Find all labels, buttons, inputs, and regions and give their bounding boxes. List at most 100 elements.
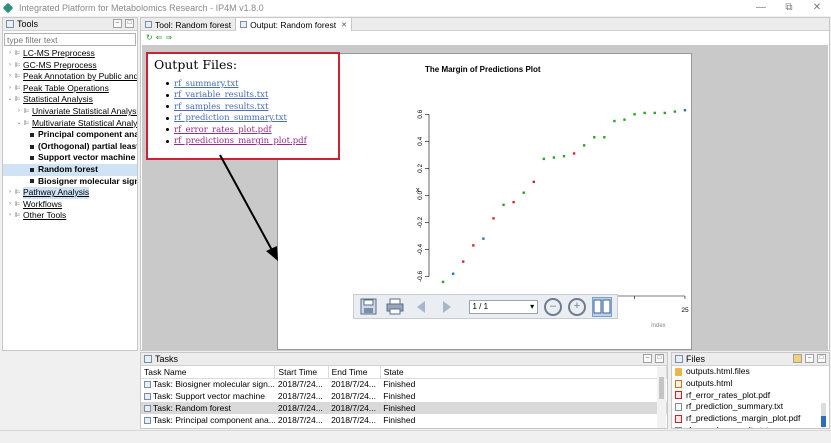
output-file-link[interactable]: rf_predictions_margin_plot.pdf <box>174 136 307 146</box>
output-file-link[interactable]: rf_prediction_summary.txt <box>174 113 287 123</box>
minimize-panel-icon[interactable]: – <box>643 354 652 363</box>
maximize-panel-icon[interactable]: □ <box>817 354 826 363</box>
tree-item[interactable]: Principal component analy <box>3 129 137 141</box>
expand-arrow-icon[interactable]: › <box>6 71 14 83</box>
previous-page-icon[interactable] <box>411 297 431 317</box>
expand-arrow-icon[interactable]: › <box>6 48 14 60</box>
output-file-link[interactable]: rf_summary.txt <box>174 79 239 89</box>
output-file-item: rf_summary.txt <box>166 78 332 90</box>
expand-arrow-icon[interactable]: › <box>6 199 14 211</box>
refresh-icon[interactable]: ↻ <box>146 33 153 42</box>
minimize-panel-icon[interactable]: – <box>113 19 122 28</box>
tree-item[interactable]: Random forest <box>3 163 137 176</box>
data-point <box>512 200 515 204</box>
close-button[interactable]: ✕ <box>803 1 831 15</box>
column-header-state[interactable]: State <box>380 366 667 379</box>
table-cell-name: Task: Support vector machine <box>141 390 275 402</box>
tree-item[interactable]: › ⊫ Other Tools <box>3 210 137 222</box>
tab-label: Output: Random forest <box>250 19 337 30</box>
tool-bullet-icon <box>30 179 34 184</box>
data-point <box>653 111 656 115</box>
file-item[interactable]: outputs.html.files <box>675 366 829 378</box>
file-item[interactable]: rf_samples_results.txt <box>675 425 829 428</box>
table-row[interactable]: Task: Principal component ana... 2018/7/2… <box>141 414 667 426</box>
tab-output-random-forest[interactable]: Output: Random forest ✕ <box>235 18 352 31</box>
minimize-panel-icon[interactable]: – <box>805 354 814 363</box>
zoom-out-icon[interactable]: – <box>544 297 563 316</box>
task-icon <box>144 405 151 412</box>
tree-folder-icon: ⊫ <box>23 119 30 127</box>
page-dropdown-icon[interactable]: ▾ <box>530 301 534 313</box>
minimize-button[interactable]: — <box>747 1 775 15</box>
output-file-link[interactable]: rf_samples_results.txt <box>174 102 269 112</box>
tree-folder-icon: ⊫ <box>14 61 21 69</box>
page-view-icon[interactable] <box>591 296 612 317</box>
zoom-in-icon[interactable]: + <box>568 297 586 316</box>
expand-arrow-icon[interactable]: › <box>6 210 14 222</box>
file-name: outputs.html.files <box>686 366 750 376</box>
data-point <box>673 110 677 113</box>
txt-file-icon <box>675 403 682 412</box>
tool-bullet-icon <box>30 167 34 172</box>
tree-item-label: GC-MS Preprocess <box>23 59 97 70</box>
tree-folder-icon: ⊫ <box>14 96 21 104</box>
tree-item[interactable]: › ⊫ Peak Table Operations <box>3 83 137 95</box>
output-file-link[interactable]: rf_error_rates_plot.pdf <box>174 125 272 135</box>
tree-item[interactable]: ⌄ ⊫ Multivariate Statistical Analys <box>3 118 137 130</box>
data-point <box>643 111 646 115</box>
data-point <box>502 203 505 207</box>
table-row[interactable]: Task: Random forest 2018/7/24... 2018/7/24… <box>141 402 667 414</box>
tools-filter-input[interactable] <box>4 33 136 46</box>
y-tick-label: -0.4 <box>417 243 424 255</box>
table-cell-name: Task: Principal component ana... <box>141 414 275 426</box>
column-header-task-name[interactable]: Task Name <box>141 366 276 379</box>
tasks-scrollbar-thumb[interactable] <box>659 377 664 399</box>
tree-item-label: (Orthogonal) partial least <box>38 140 138 151</box>
tree-item[interactable]: Support vector machine <box>3 152 137 164</box>
table-row[interactable]: Task: Support vector machine 2018/7/24...… <box>141 390 667 402</box>
open-folder-icon[interactable] <box>793 354 802 363</box>
tree-item[interactable]: › ⊫ Peak Annotation by Public and <box>3 71 137 83</box>
column-header-start-time[interactable]: Start Time <box>274 366 329 379</box>
expand-arrow-icon[interactable]: › <box>15 106 23 118</box>
file-item[interactable]: rf_predictions_margin_plot.pdf <box>675 413 829 425</box>
tree-item[interactable]: › ⊫ GC-MS Preprocess <box>3 60 137 72</box>
restore-button[interactable]: ⧉ <box>775 1 803 15</box>
tab-tool-random-forest[interactable]: Tool: Random forest <box>141 18 235 31</box>
forward-arrow-icon[interactable]: ⇒ <box>165 33 172 42</box>
next-page-icon[interactable] <box>437 297 457 317</box>
table-row[interactable]: Task: Biosigner molecular sign... 2018/7/… <box>141 378 667 390</box>
tree-item[interactable]: › ⊫ Pathway Analysis <box>3 187 137 199</box>
expand-arrow-icon[interactable]: › <box>6 83 14 95</box>
tree-item[interactable]: ⌄ ⊫ Statistical Analysis <box>3 94 137 106</box>
cell-text: Task: Biosigner molecular sign... <box>153 379 275 390</box>
tree-item[interactable]: Biosigner molecular signa <box>3 176 137 188</box>
save-icon[interactable] <box>359 297 379 317</box>
print-icon[interactable] <box>385 297 405 317</box>
tasks-scrollbar[interactable] <box>657 367 666 428</box>
collapse-arrow-icon[interactable]: ⌄ <box>6 94 14 106</box>
tree-folder-icon: ⊫ <box>14 50 21 57</box>
tree-folder-icon: ⊫ <box>14 189 21 197</box>
data-point <box>633 113 636 116</box>
maximize-panel-icon[interactable]: □ <box>125 19 134 28</box>
tree-item[interactable]: › ⊫ Univariate Statistical Analysis <box>3 106 137 118</box>
tree-item[interactable]: › ⊫ LC-MS Preprocess <box>3 48 137 60</box>
expand-arrow-icon[interactable]: › <box>6 187 14 199</box>
close-tab-icon[interactable]: ✕ <box>341 21 347 29</box>
back-arrow-icon[interactable]: ⇐ <box>156 33 163 42</box>
maximize-panel-icon[interactable]: □ <box>655 354 664 363</box>
tree-folder-icon: ⊫ <box>14 73 21 81</box>
files-panel-icon <box>675 355 683 363</box>
output-file-link[interactable]: rf_variable_results.txt <box>174 90 268 100</box>
file-item[interactable]: rf_error_rates_plot.pdf <box>675 390 829 402</box>
file-item[interactable]: rf_prediction_summary.txt <box>675 401 829 413</box>
column-header-end-time[interactable]: End Time <box>328 366 381 379</box>
file-item[interactable]: outputs.html <box>675 378 829 390</box>
expand-arrow-icon[interactable]: › <box>6 60 14 72</box>
page-number-field[interactable]: 1 / 1 ▾ <box>468 299 539 314</box>
tree-item[interactable]: (Orthogonal) partial least <box>3 141 137 153</box>
table-cell-state: Finished <box>380 390 666 402</box>
collapse-arrow-icon[interactable]: ⌄ <box>15 118 23 130</box>
tree-item[interactable]: › ⊫ Workflows <box>3 199 137 211</box>
